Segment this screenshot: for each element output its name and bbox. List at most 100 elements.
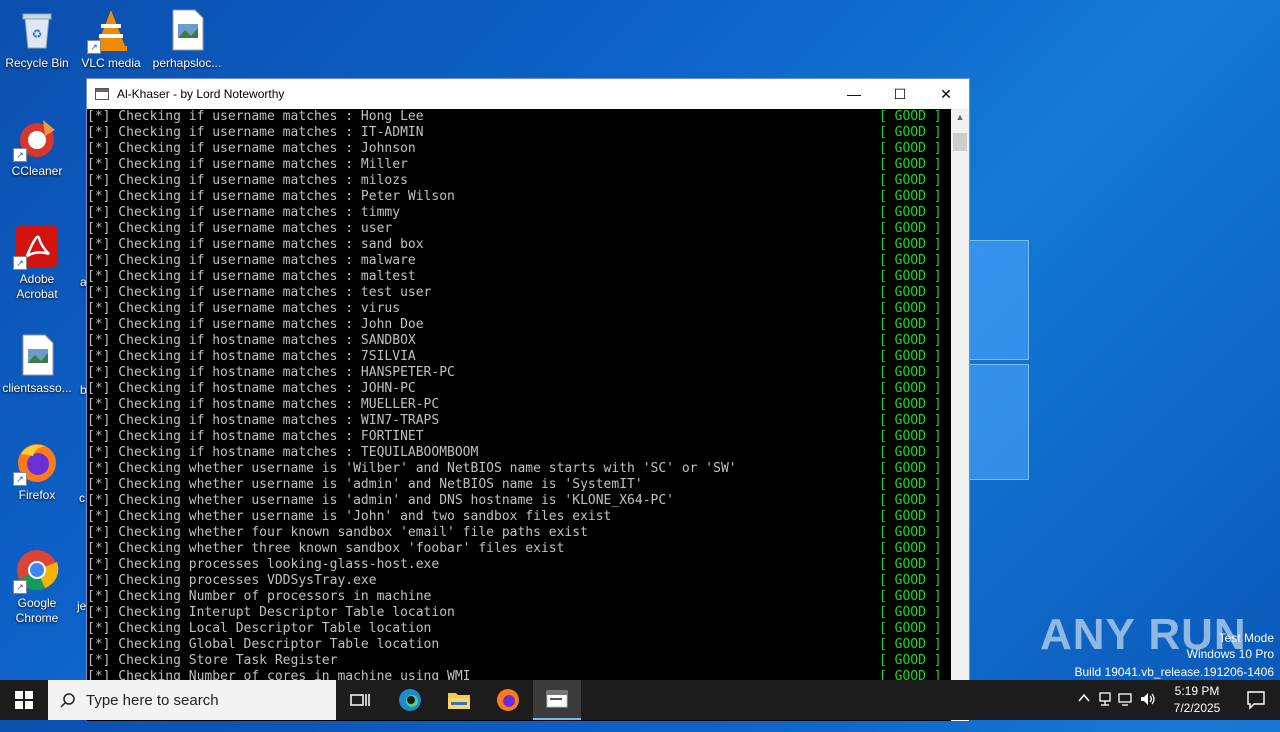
edge-icon[interactable] bbox=[386, 680, 434, 720]
console-status-good: [ GOOD ] bbox=[879, 573, 942, 588]
show-hidden-icons-chevron-icon[interactable] bbox=[1078, 692, 1090, 732]
console-output[interactable]: [*] Checking if username matches : Hong … bbox=[87, 109, 953, 721]
console-status-good: [ GOOD ] bbox=[879, 429, 942, 444]
console-line: [*] Checking Global Descriptor Table loc… bbox=[87, 637, 953, 653]
console-status-good: [ GOOD ] bbox=[879, 109, 942, 124]
vertical-scrollbar[interactable]: ▲ bbox=[951, 109, 969, 721]
firefox-taskbar-icon[interactable] bbox=[484, 680, 532, 720]
console-status-good: [ GOOD ] bbox=[879, 653, 942, 668]
console-line: [*] Checking processes looking-glass-hos… bbox=[87, 557, 953, 573]
console-line: [*] Checking whether four known sandbox … bbox=[87, 525, 953, 541]
notification-center-icon[interactable] bbox=[1246, 690, 1266, 730]
console-status-good: [ GOOD ] bbox=[879, 349, 942, 364]
console-status-good: [ GOOD ] bbox=[879, 301, 942, 316]
console-status-good: [ GOOD ] bbox=[879, 397, 942, 412]
console-line-text: [*] Checking if hostname matches : 7SILV… bbox=[87, 349, 416, 364]
console-line-text: [*] Checking if hostname matches : FORTI… bbox=[87, 429, 424, 444]
console-line: [*] Checking if username matches : virus… bbox=[87, 301, 953, 317]
desktop-icon-recycle-bin[interactable]: ♻ Recycle Bin bbox=[1, 8, 73, 71]
close-button[interactable]: ✕ bbox=[923, 79, 969, 109]
console-status-good: [ GOOD ] bbox=[879, 525, 942, 540]
console-status-good: [ GOOD ] bbox=[879, 493, 942, 508]
console-line: [*] Checking whether username is 'Wilber… bbox=[87, 461, 953, 477]
desktop-icon-acrobat[interactable]: ↗ Adobe Acrobat bbox=[1, 224, 73, 302]
console-line-text: [*] Checking processes looking-glass-hos… bbox=[87, 557, 440, 572]
console-line-text: [*] Checking if hostname matches : MUELL… bbox=[87, 397, 440, 412]
console-status-good: [ GOOD ] bbox=[879, 317, 942, 332]
console-status-good: [ GOOD ] bbox=[879, 141, 942, 156]
console-line-text: [*] Checking if username matches : malwa… bbox=[87, 253, 416, 268]
task-view-icon[interactable] bbox=[336, 680, 384, 720]
console-taskbar-button[interactable] bbox=[533, 680, 581, 720]
volume-icon[interactable] bbox=[1140, 691, 1156, 731]
scrollbar-thumb[interactable] bbox=[953, 133, 967, 151]
taskbar-search-box[interactable]: Type here to search bbox=[48, 680, 336, 720]
console-line: [*] Checking if hostname matches : WIN7-… bbox=[87, 413, 953, 429]
network-icon[interactable] bbox=[1118, 692, 1134, 732]
console-line: [*] Checking if hostname matches : MUELL… bbox=[87, 397, 953, 413]
vlc-icon: ↗ bbox=[87, 8, 133, 54]
console-line-text: [*] Checking if username matches : Peter… bbox=[87, 189, 455, 204]
console-status-good: [ GOOD ] bbox=[879, 157, 942, 172]
os-version-label: Windows 10 Pro bbox=[1186, 647, 1274, 661]
console-line-text: [*] Checking if username matches : Johns… bbox=[87, 141, 416, 156]
console-line-text: [*] Checking Interupt Descriptor Table l… bbox=[87, 605, 455, 620]
clock-date: 7/2/2025 bbox=[1173, 701, 1221, 715]
console-status-good: [ GOOD ] bbox=[879, 333, 942, 348]
console-status-good: [ GOOD ] bbox=[879, 365, 942, 380]
taskbar-clock[interactable]: 5:19 PM 7/2/2025 bbox=[1162, 683, 1232, 717]
console-window[interactable]: Al-Khaser - by Lord Noteworthy — ☐ ✕ [*]… bbox=[86, 78, 970, 721]
partial-desktop-label: je bbox=[77, 599, 87, 613]
console-status-good: [ GOOD ] bbox=[879, 445, 942, 460]
console-line-text: [*] Checking Number of processors in mac… bbox=[87, 589, 432, 604]
console-line: [*] Checking Local Descriptor Table loca… bbox=[87, 621, 953, 637]
console-status-good: [ GOOD ] bbox=[879, 541, 942, 556]
windows-wallpaper-logo bbox=[965, 240, 1035, 480]
console-line-text: [*] Checking if username matches : Mille… bbox=[87, 157, 408, 172]
desktop-icon-vlc[interactable]: ↗ VLC media bbox=[75, 8, 147, 71]
console-line-text: [*] Checking whether username is 'admin'… bbox=[87, 493, 674, 508]
maximize-button[interactable]: ☐ bbox=[877, 79, 923, 109]
desktop-icon-clientsasso[interactable]: clientsasso... bbox=[1, 333, 73, 396]
partial-desktop-label: c bbox=[79, 491, 85, 505]
console-line-text: [*] Checking if username matches : miloz… bbox=[87, 173, 408, 188]
console-line: [*] Checking if username matches : timmy… bbox=[87, 205, 953, 221]
console-line-text: [*] Checking if hostname matches : JOHN-… bbox=[87, 381, 416, 396]
console-status-good: [ GOOD ] bbox=[879, 221, 942, 236]
console-status-good: [ GOOD ] bbox=[879, 269, 942, 284]
console-line-text: [*] Checking if username matches : user bbox=[87, 221, 393, 236]
console-line-text: [*] Checking if hostname matches : HANSP… bbox=[87, 365, 455, 380]
console-status-good: [ GOOD ] bbox=[879, 509, 942, 524]
console-line-text: [*] Checking whether username is 'admin'… bbox=[87, 477, 643, 492]
console-line: [*] Checking if hostname matches : 7SILV… bbox=[87, 349, 953, 365]
search-icon bbox=[60, 693, 75, 708]
start-button[interactable] bbox=[0, 680, 48, 720]
console-line-text: [*] Checking if hostname matches : TEQUI… bbox=[87, 445, 479, 460]
console-line: [*] Checking if username matches : sand … bbox=[87, 237, 953, 253]
network-adapter-icon[interactable] bbox=[1098, 691, 1112, 731]
ccleaner-icon: ↗ bbox=[13, 116, 59, 162]
scroll-up-arrow-icon[interactable]: ▲ bbox=[951, 109, 969, 126]
clock-time: 5:19 PM bbox=[1174, 684, 1220, 698]
console-line-text: [*] Checking whether username is 'John' … bbox=[87, 509, 612, 524]
desktop-icon-firefox[interactable]: ↗ Firefox bbox=[1, 440, 73, 503]
desktop-icon-ccleaner[interactable]: ↗ CCleaner bbox=[1, 116, 73, 179]
desktop-icon-perhapsloc[interactable]: perhapsloc... bbox=[151, 8, 223, 71]
console-line: [*] Checking processes VDDSysTray.exe [ G… bbox=[87, 573, 953, 589]
console-line-text: [*] Checking if username matches : sand … bbox=[87, 237, 424, 252]
console-status-good: [ GOOD ] bbox=[879, 413, 942, 428]
console-line: [*] Checking Number of processors in mac… bbox=[87, 589, 953, 605]
console-status-good: [ GOOD ] bbox=[879, 381, 942, 396]
console-line: [*] Checking if username matches : user [… bbox=[87, 221, 953, 237]
desktop-icon-chrome[interactable]: ↗ Google Chrome bbox=[1, 548, 73, 626]
console-line-text: [*] Checking if username matches : John … bbox=[87, 317, 424, 332]
console-line-text: [*] Checking whether four known sandbox … bbox=[87, 525, 588, 540]
file-explorer-icon[interactable] bbox=[435, 680, 483, 720]
minimize-button[interactable]: — bbox=[831, 79, 877, 109]
console-line: [*] Checking if username matches : miloz… bbox=[87, 173, 953, 189]
svg-text:♻: ♻ bbox=[32, 27, 43, 41]
console-status-good: [ GOOD ] bbox=[879, 477, 942, 492]
window-titlebar[interactable]: Al-Khaser - by Lord Noteworthy — ☐ ✕ bbox=[87, 79, 969, 109]
console-line: [*] Checking if username matches : Peter… bbox=[87, 189, 953, 205]
console-line-text: [*] Checking if username matches : malte… bbox=[87, 269, 416, 284]
